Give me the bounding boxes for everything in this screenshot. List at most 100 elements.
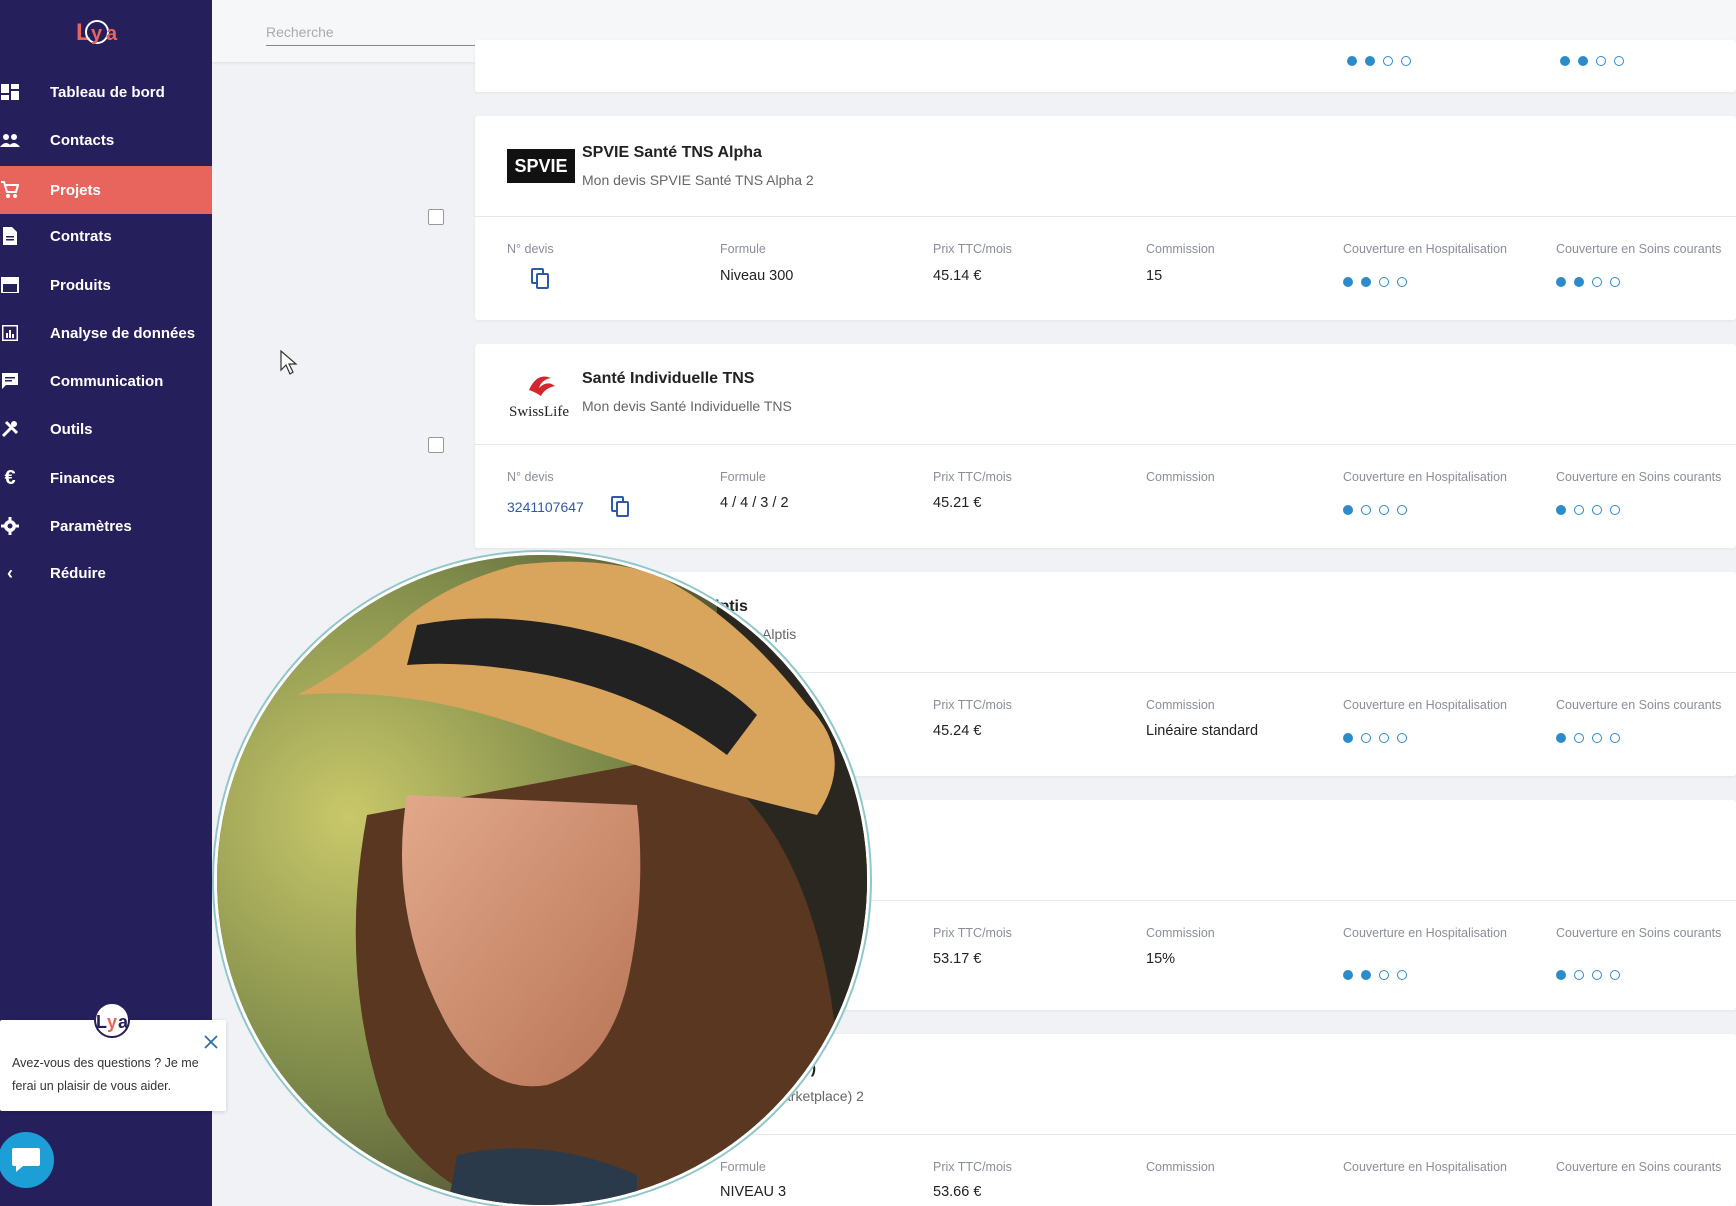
col-header-formule: Formule (720, 1160, 766, 1174)
sidebar-item-label: Communication (50, 372, 164, 390)
prix-value: 45.24 € (933, 723, 982, 739)
sidebar-item-parametres[interactable]: Paramètres (0, 504, 212, 548)
col-header-commission: Commission (1146, 242, 1215, 256)
sidebar-item-tableau-de-bord[interactable]: Tableau de bord (0, 70, 212, 114)
sidebar-item-label: Contacts (50, 131, 115, 149)
commission-value: Linéaire standard (1146, 723, 1259, 739)
col-header-soins: Couverture en Soins courants (1556, 470, 1722, 484)
col-header-devis: N° devis (507, 242, 554, 256)
sidebar-item-reduire[interactable]: ‹ Réduire (0, 551, 212, 595)
col-header-prix: Prix TTC/mois (933, 698, 1012, 712)
hospitalisation-dots (1343, 505, 1407, 515)
col-header-formule: Formule (720, 470, 766, 484)
sidebar-item-label: Produits (50, 276, 111, 294)
document-icon (0, 226, 20, 246)
sidebar-item-contrats[interactable]: Contrats (0, 214, 212, 258)
cart-icon (0, 180, 20, 200)
formule-value: Niveau 300 (720, 268, 794, 284)
chevron-left-icon: ‹ (7, 562, 13, 583)
formule-value: 4 / 4 / 3 / 2 (720, 495, 789, 511)
sidebar-item-label: Finances (50, 469, 116, 487)
euro-icon: € (4, 466, 16, 489)
gear-icon (0, 516, 20, 536)
swisslife-logo: SwissLife (507, 370, 577, 420)
chart-icon (0, 323, 20, 343)
sidebar-item-label: Analyse de données (50, 324, 196, 342)
sidebar-item-label: Projets (50, 181, 101, 199)
select-checkbox[interactable] (428, 209, 444, 225)
product-card-partial (475, 40, 1736, 92)
col-header-formule: Formule (720, 242, 766, 256)
col-header-commission: Commission (1146, 698, 1215, 712)
col-header-prix: Prix TTC/mois (933, 470, 1012, 484)
spvie-logo: SPVIE (507, 149, 575, 183)
svg-text:a: a (118, 1012, 129, 1032)
sidebar-item-analyse[interactable]: Analyse de données (0, 311, 212, 355)
col-header-prix: Prix TTC/mois (933, 242, 1012, 256)
col-header-hospitalisation: Couverture en Hospitalisation (1343, 1160, 1507, 1174)
chat-bubble-icon (12, 1148, 40, 1172)
commission-value: 15 (1146, 268, 1163, 284)
sidebar-item-communication[interactable]: Communication (0, 359, 212, 403)
hospitalisation-dots (1343, 733, 1407, 743)
card-subtitle: Mon devis SPVIE Santé TNS Alpha 2 (582, 172, 814, 188)
card-title: Santé Individuelle TNS (582, 370, 755, 387)
select-checkbox[interactable] (428, 437, 444, 453)
col-header-hospitalisation: Couverture en Hospitalisation (1343, 926, 1507, 940)
col-header-hospitalisation: Couverture en Hospitalisation (1343, 698, 1507, 712)
col-header-commission: Commission (1146, 470, 1215, 484)
sidebar-item-outils[interactable]: Outils (0, 407, 212, 451)
col-header-prix: Prix TTC/mois (933, 926, 1012, 940)
sidebar-item-label: Outils (50, 420, 93, 438)
message-icon (0, 371, 20, 391)
col-header-soins: Couverture en Soins courants (1556, 698, 1722, 712)
help-lya-logo: L y a (94, 1002, 130, 1038)
coverage-dots (1347, 56, 1411, 66)
soins-dots (1556, 733, 1620, 743)
swisslife-logo-text: SwissLife (509, 404, 569, 420)
prix-value: 45.21 € (933, 495, 982, 511)
sidebar-item-contacts[interactable]: Contacts (0, 118, 212, 162)
col-header-prix: Prix TTC/mois (933, 1160, 1012, 1174)
tools-icon (0, 419, 20, 439)
sidebar-item-label: Réduire (50, 564, 106, 582)
presenter-photo (214, 552, 870, 1206)
mouse-cursor-icon (280, 350, 298, 375)
col-header-hospitalisation: Couverture en Hospitalisation (1343, 470, 1507, 484)
col-header-commission: Commission (1146, 926, 1215, 940)
sidebar-item-projets[interactable]: Projets (0, 166, 212, 214)
soins-dots (1556, 970, 1620, 980)
svg-text:L: L (96, 1012, 107, 1032)
sidebar-item-finances[interactable]: € Finances (0, 456, 212, 500)
card-subtitle: arketplace) 2 (783, 1088, 864, 1104)
soins-dots (1556, 505, 1620, 515)
col-header-soins: Couverture en Soins courants (1556, 242, 1722, 256)
prix-value: 53.17 € (933, 951, 982, 967)
sidebar-item-label: Contrats (50, 227, 112, 245)
store-icon (0, 275, 20, 295)
card-subtitle: Mon devis Santé Individuelle TNS (582, 398, 792, 414)
svg-text:y: y (91, 23, 103, 45)
close-icon[interactable] (203, 1034, 219, 1050)
coverage-dots (1560, 56, 1624, 66)
col-header-commission: Commission (1146, 1160, 1215, 1174)
copy-icon[interactable] (611, 496, 629, 518)
help-text: Avez-vous des questions ? Je me ferai un… (12, 1056, 199, 1093)
col-header-soins: Couverture en Soins courants (1556, 1160, 1722, 1174)
hospitalisation-dots (1343, 277, 1407, 287)
product-card[interactable]: SPVIE SPVIE Santé TNS Alpha Mon devis SP… (475, 116, 1736, 320)
copy-icon[interactable] (531, 268, 549, 290)
sidebar-item-produits[interactable]: Produits (0, 263, 212, 307)
prix-value: 53.66 € (933, 1184, 982, 1200)
people-icon (0, 130, 20, 150)
formule-value: NIVEAU 3 (720, 1184, 787, 1200)
chat-button[interactable] (0, 1132, 54, 1188)
soins-dots (1556, 277, 1620, 287)
devis-number-link[interactable]: 3241107647 (507, 499, 584, 515)
col-header-hospitalisation: Couverture en Hospitalisation (1343, 242, 1507, 256)
product-card[interactable]: SwissLife Santé Individuelle TNS Mon dev… (475, 344, 1736, 548)
hospitalisation-dots (1343, 970, 1407, 980)
lya-logo: L y a (76, 19, 118, 46)
col-header-devis: N° devis (507, 470, 554, 484)
sidebar-item-label: Tableau de bord (50, 83, 165, 101)
